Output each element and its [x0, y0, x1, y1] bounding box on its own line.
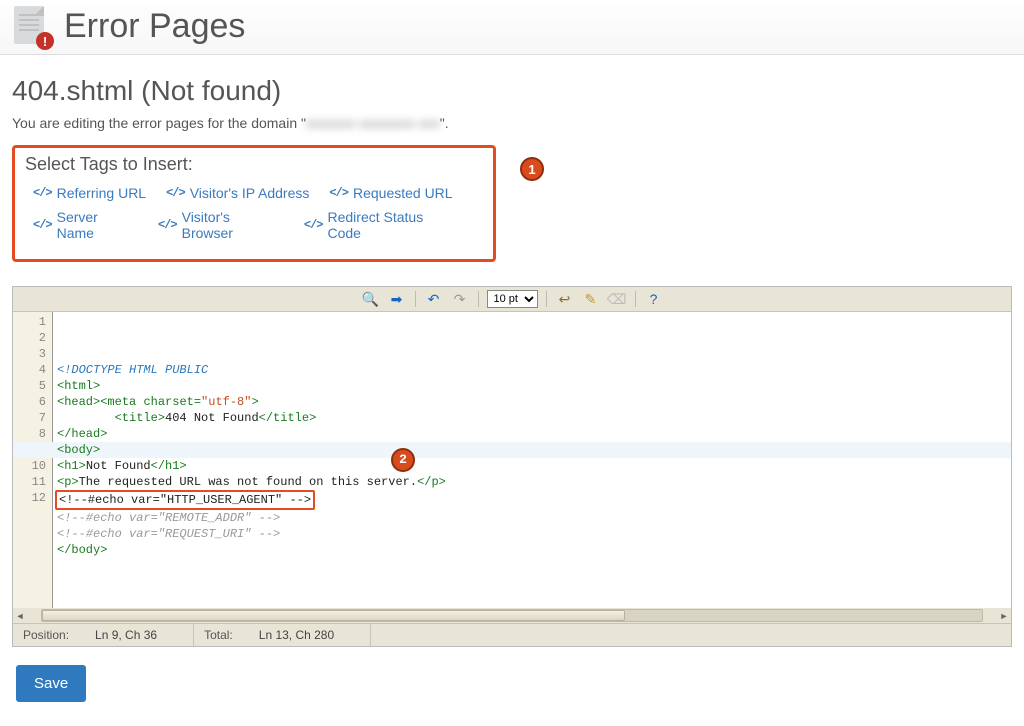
- tag-server-name[interactable]: </>Server Name: [33, 209, 138, 241]
- font-size-select[interactable]: 10 pt: [487, 290, 538, 308]
- html-editor: 🔍 ➡ ↶ ↷ 10 pt ↩ ✎ ⌫ ? 123 456 789 101112: [12, 286, 1012, 647]
- erase-icon[interactable]: ⌫: [607, 289, 627, 309]
- horizontal-scrollbar[interactable]: ◄ ►: [13, 608, 1011, 623]
- help-icon[interactable]: ?: [644, 289, 664, 309]
- tag-referring-url[interactable]: </>Referring URL: [33, 185, 146, 201]
- page-header: ! Error Pages: [0, 0, 1024, 55]
- position-value: Ln 9, Ch 36: [95, 628, 157, 642]
- highlighted-line-9: <!--#echo var="HTTP_USER_AGENT" -->: [55, 490, 315, 510]
- obscured-domain: xxxxxxx xxxxxxxx xxx: [306, 115, 440, 131]
- error-pages-icon: !: [14, 6, 50, 46]
- scroll-right-icon[interactable]: ►: [997, 609, 1011, 622]
- redo-icon[interactable]: ↷: [450, 289, 470, 309]
- callout-two-icon: 2: [391, 448, 415, 472]
- code-icon: </>: [33, 218, 52, 232]
- code-icon: </>: [329, 186, 348, 200]
- callout-one-icon: 1: [520, 157, 544, 181]
- code-icon: </>: [158, 218, 177, 232]
- position-label: Position:: [23, 628, 69, 642]
- wrap-icon[interactable]: ↩: [555, 289, 575, 309]
- find-icon[interactable]: 🔍: [361, 289, 381, 309]
- line-number-gutter: 123 456 789 101112: [13, 312, 53, 608]
- total-value: Ln 13, Ch 280: [259, 628, 334, 642]
- highlight-icon[interactable]: ✎: [581, 289, 601, 309]
- select-tags-panel: Select Tags to Insert: </>Referring URL …: [12, 145, 496, 262]
- select-tags-label: Select Tags to Insert:: [25, 154, 459, 175]
- total-label: Total:: [204, 628, 233, 642]
- editor-status-bar: Position: Ln 9, Ch 36 Total: Ln 13, Ch 2…: [13, 623, 1011, 646]
- code-icon: </>: [166, 186, 185, 200]
- editing-domain-text: You are editing the error pages for the …: [12, 115, 1012, 131]
- undo-icon[interactable]: ↶: [424, 289, 444, 309]
- goto-icon[interactable]: ➡: [387, 289, 407, 309]
- code-icon: </>: [304, 218, 323, 232]
- save-button[interactable]: Save: [16, 665, 86, 702]
- scroll-left-icon[interactable]: ◄: [13, 609, 27, 622]
- code-area[interactable]: 123 456 789 101112 <!DOCTYPE HTML PUBLIC…: [13, 312, 1011, 608]
- tag-visitors-browser[interactable]: </>Visitor's Browser: [158, 209, 284, 241]
- scroll-thumb[interactable]: [42, 610, 625, 621]
- tag-requested-url[interactable]: </>Requested URL: [329, 185, 452, 201]
- exclamation-badge-icon: !: [36, 32, 54, 50]
- tag-visitors-ip[interactable]: </>Visitor's IP Address: [166, 185, 309, 201]
- code-icon: </>: [33, 186, 52, 200]
- editor-toolbar: 🔍 ➡ ↶ ↷ 10 pt ↩ ✎ ⌫ ?: [13, 287, 1011, 312]
- page-title: 404.shtml (Not found): [12, 75, 1012, 107]
- tag-redirect-status-code[interactable]: </>Redirect Status Code: [304, 209, 459, 241]
- header-title: Error Pages: [64, 7, 245, 46]
